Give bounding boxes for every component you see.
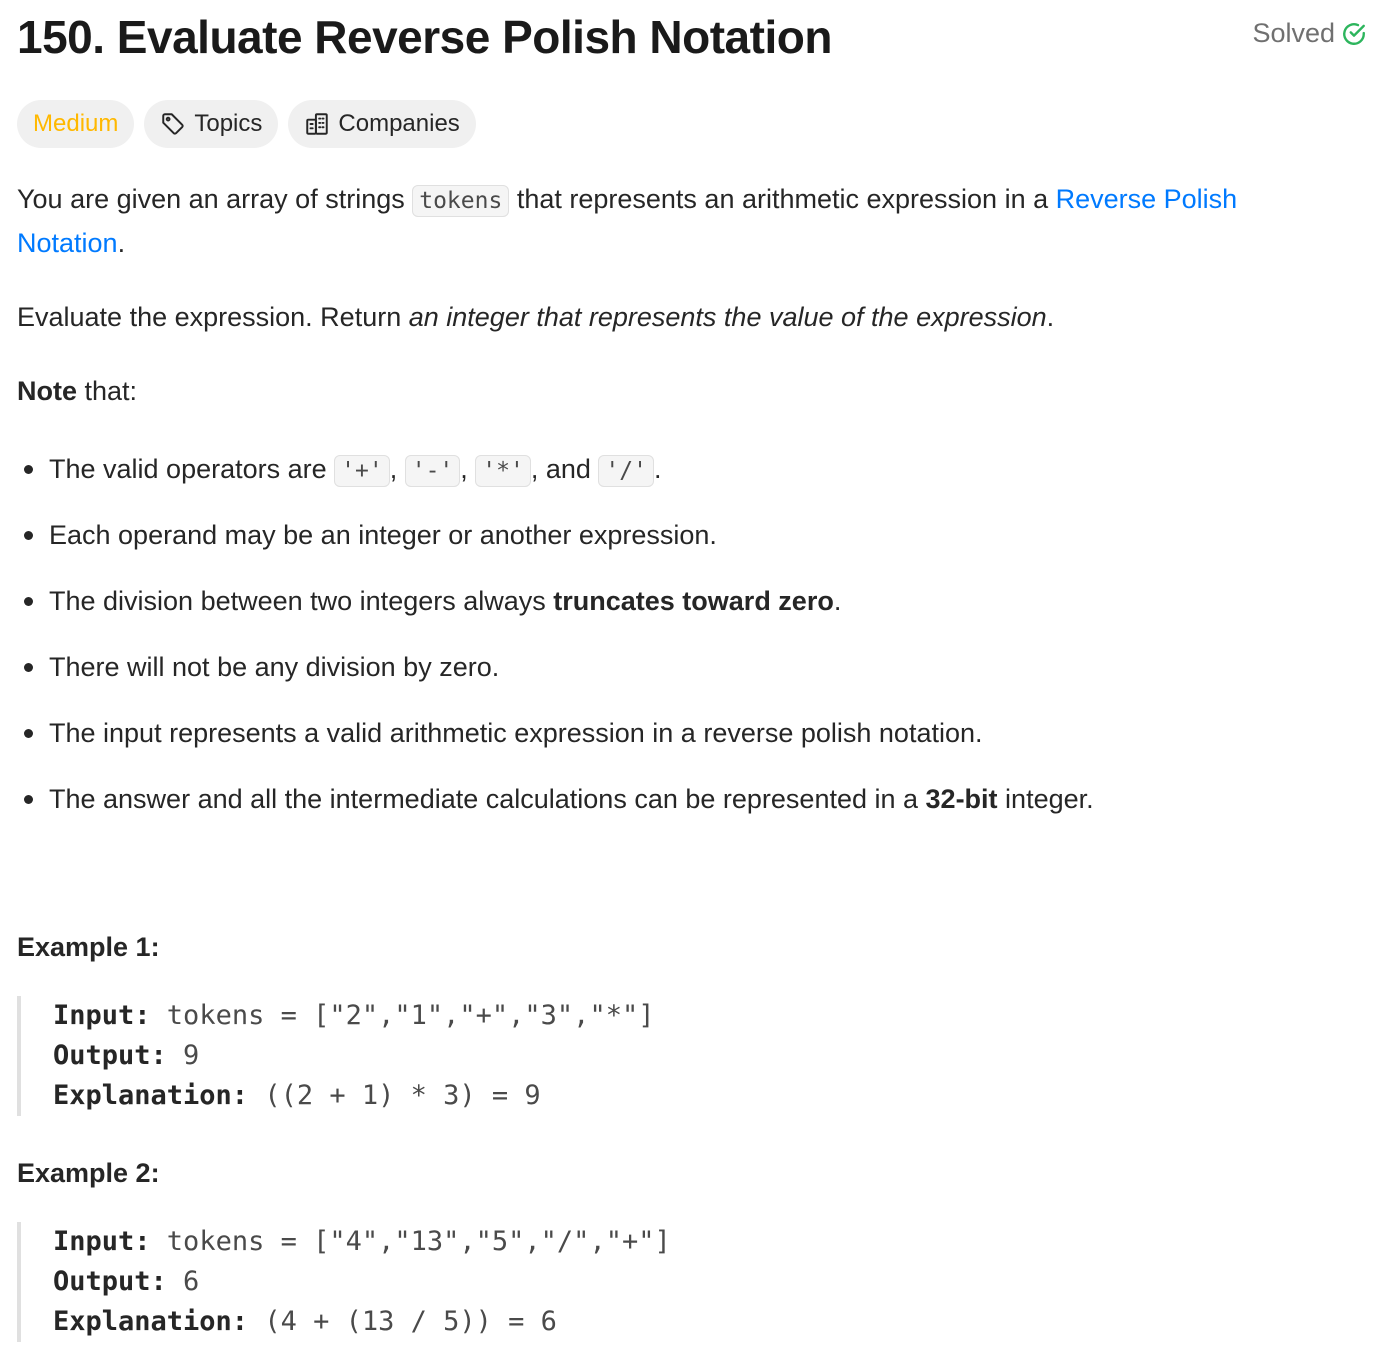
text: Evaluate the expression. Return [17,302,409,332]
inline-code: '/' [598,455,654,487]
text: The input represents a valid arithmetic … [49,718,983,748]
text: The division between two integers always [49,586,554,616]
description-paragraph: You are given an array of strings tokens… [17,178,1337,264]
companies-label: Companies [338,110,460,137]
text: Each operand may be an integer or anothe… [49,520,717,550]
text: You are given an array of strings [17,184,413,214]
building-icon [304,111,330,137]
list-item: The answer and all the intermediate calc… [17,778,1094,844]
explanation-value: ((2 + 1) * 3) = 9 [248,1080,541,1111]
text: that: [77,376,138,406]
inline-code: '-' [404,455,461,487]
difficulty-badge: Medium [17,100,135,148]
input-label: Input: [53,1226,151,1257]
problem-description-panel: 150. Evaluate Reverse Polish Notation So… [17,0,1367,1342]
example-title: Example 2: [17,1158,160,1188]
text: that represents an arithmetic expression… [509,184,1056,214]
explanation-label: Explanation: [53,1080,249,1111]
topics-button[interactable]: Topics [144,100,279,148]
list-item: The division between two integers always… [17,580,1094,646]
inline-code: '+' [334,455,390,487]
title-row: 150. Evaluate Reverse Polish Notation So… [17,0,1367,76]
explanation-value: (4 + (13 / 5)) = 6 [248,1306,557,1337]
text: , [389,454,405,484]
check-circle-icon [1341,21,1367,47]
note-paragraph: Note that: [17,370,137,412]
input-label: Input: [53,1000,151,1031]
output-value: 6 [166,1266,200,1297]
example-block: Input: tokens = ["2","1","+","3","*"] Ou… [17,996,654,1116]
note-bold: Note [17,376,77,406]
list-item: There will not be any division by zero. [17,646,1094,712]
difficulty-label: Medium [33,110,119,137]
text: . [653,454,662,484]
topics-label: Topics [194,110,263,137]
text: , and [530,454,599,484]
emphasis-text: an integer that represents the value of … [408,302,1047,332]
solved-status: Solved [1252,18,1367,49]
explanation-label: Explanation: [53,1306,249,1337]
text: The valid operators are [49,454,335,484]
text: . [833,586,842,616]
text: There will not be any division by zero. [49,652,500,682]
tag-icon [160,111,186,137]
bold-text: truncates toward zero [553,586,834,616]
text: , [460,454,476,484]
inline-code: tokens [412,185,510,217]
text: . [117,228,126,258]
text: . [1046,302,1055,332]
list-item: The input represents a valid arithmetic … [17,712,1094,778]
text: integer. [997,784,1094,814]
input-value: tokens = ["4","13","5","/","+"] [150,1226,671,1257]
list-item: The valid operators are '+', '-', '*', a… [17,448,1094,514]
constraint-list: The valid operators are '+', '-', '*', a… [17,448,1094,844]
text: The answer and all the intermediate calc… [49,784,926,814]
inline-code: '*' [475,455,531,487]
input-value: tokens = ["2","1","+","3","*"] [150,1000,655,1031]
tag-bar: Medium Topics Companies [17,100,476,148]
companies-button[interactable]: Companies [288,100,476,148]
solved-label: Solved [1252,18,1335,48]
output-label: Output: [53,1040,167,1071]
example-block: Input: tokens = ["4","13","5","/","+"] O… [17,1222,671,1342]
list-item: Each operand may be an integer or anothe… [17,514,1094,580]
bold-text: 32-bit [925,784,998,814]
problem-title[interactable]: 150. Evaluate Reverse Polish Notation [17,10,832,64]
output-value: 9 [166,1040,200,1071]
output-label: Output: [53,1266,167,1297]
example-title: Example 1: [17,932,160,962]
task-paragraph: Evaluate the expression. Return an integ… [17,296,1054,338]
